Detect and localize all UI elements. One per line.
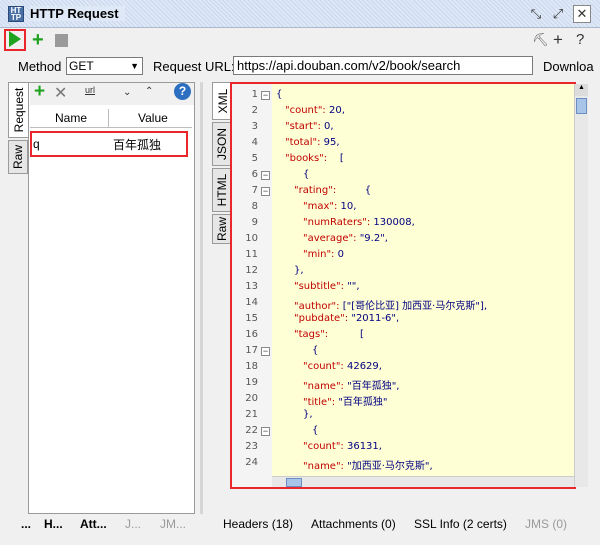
method-value: GET	[69, 59, 94, 73]
panel-splitter[interactable]	[200, 82, 203, 514]
scroll-thumb[interactable]	[576, 98, 587, 114]
left-bottom-tab-jm[interactable]: JM...	[160, 517, 186, 531]
tab-json-label: JSON	[215, 127, 229, 161]
param-name[interactable]: q	[33, 137, 40, 151]
left-bottom-tab-attachments[interactable]: Att...	[80, 517, 107, 531]
scroll-up-icon[interactable]: ▲	[575, 84, 588, 96]
tab-request[interactable]: Request	[8, 82, 28, 138]
play-icon[interactable]	[9, 31, 21, 47]
tab-xml-label: XML	[215, 88, 230, 114]
column-value: Value	[138, 111, 168, 125]
tab-html[interactable]: HTML	[212, 168, 232, 212]
tab-json[interactable]: JSON	[212, 122, 232, 166]
tab-request-label: Request	[11, 87, 26, 133]
table-row[interactable]: q 百年孤独	[30, 131, 188, 157]
right-tab-strip: XML JSON HTML Raw	[212, 82, 232, 262]
params-toolbar: + ✕ url ⌄ ⌃ ?	[30, 81, 194, 105]
window-title: HTTP Request	[30, 6, 125, 21]
chevron-down-icon[interactable]: ▼	[130, 58, 139, 74]
params-table-header: Name Value	[30, 109, 192, 128]
stop-icon[interactable]	[55, 34, 68, 47]
add-param-icon[interactable]: +	[34, 81, 45, 103]
help-icon[interactable]: ?	[174, 83, 191, 100]
tools-icon[interactable]: ⛏	[532, 32, 549, 48]
url-input[interactable]: https://api.douban.com/v2/book/search	[233, 56, 533, 75]
tab-raw-label: Raw	[11, 144, 25, 170]
url-encode-icon[interactable]: url	[85, 85, 95, 95]
left-tab-strip: Request Raw	[8, 82, 28, 522]
close-icon[interactable]: ✕	[573, 5, 591, 23]
method-label: Method	[18, 59, 62, 74]
plus-small-icon[interactable]: +	[553, 30, 563, 50]
tab-raw-right-label: Raw	[215, 216, 229, 242]
tab-jms[interactable]: JMS (0)	[525, 517, 567, 531]
hscroll-thumb[interactable]	[286, 478, 302, 487]
remove-param-icon[interactable]: ✕	[54, 83, 67, 103]
tab-raw-right[interactable]: Raw	[212, 214, 232, 244]
restore-icon[interactable]: ⤡	[527, 5, 545, 23]
expand-icon[interactable]: ⤢	[549, 5, 567, 23]
left-bottom-tab-headers[interactable]: H...	[44, 517, 63, 531]
left-bottom-tab-more[interactable]: ...	[21, 517, 31, 531]
tab-ssl-info[interactable]: SSL Info (2 certs)	[414, 517, 507, 531]
plus-icon[interactable]: +	[32, 30, 44, 50]
help-icon[interactable]: ?	[576, 31, 584, 48]
param-value[interactable]: 百年孤独	[113, 136, 161, 153]
horizontal-scrollbar[interactable]	[272, 476, 574, 487]
tab-headers[interactable]: Headers (18)	[223, 517, 293, 531]
tab-html-label: HTML	[215, 173, 229, 207]
tab-xml[interactable]: XML	[212, 82, 232, 120]
url-label: Request URL:	[153, 59, 235, 74]
response-highlight-frame	[230, 82, 576, 489]
vertical-scrollbar[interactable]: ▲	[574, 84, 588, 487]
tab-raw-left[interactable]: Raw	[8, 140, 28, 174]
tab-attachments[interactable]: Attachments (0)	[311, 517, 396, 531]
left-bottom-tab-jms[interactable]: J...	[125, 517, 141, 531]
column-divider	[108, 109, 109, 128]
http-request-icon: HT TP	[8, 6, 24, 22]
chevron-down-icon[interactable]: ⌄	[123, 87, 131, 98]
download-label[interactable]: Downloa	[543, 59, 594, 74]
column-name: Name	[55, 111, 88, 125]
chevron-up-icon[interactable]: ⌃	[145, 86, 153, 97]
method-select[interactable]: GET ▼	[66, 57, 143, 75]
